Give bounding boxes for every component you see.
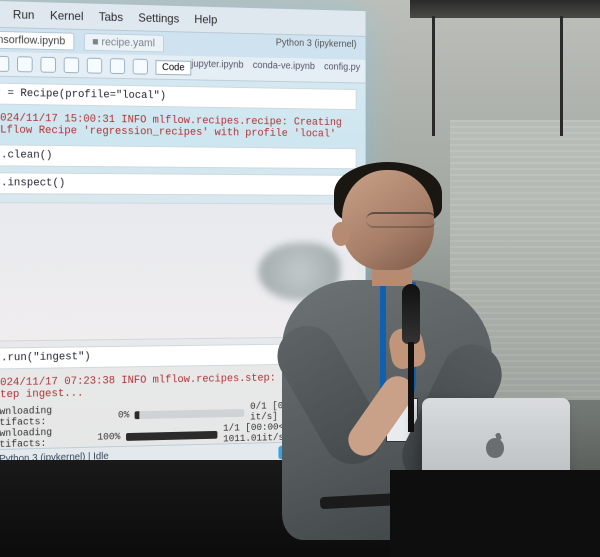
- code-cell[interactable]: r = Recipe(profile="local"): [0, 82, 357, 110]
- stop-icon[interactable]: [87, 58, 102, 74]
- file-tab-label: recipe.yaml: [101, 36, 155, 49]
- glasses-icon: [366, 212, 436, 228]
- menu-item[interactable]: Help: [194, 12, 217, 26]
- kernel-indicator: Python 3 (ipykernel): [276, 38, 357, 57]
- apple-logo-icon: [486, 438, 504, 458]
- fast-forward-icon[interactable]: [133, 59, 148, 75]
- menu-item[interactable]: Kernel: [50, 8, 83, 23]
- progress-bar: [126, 431, 218, 441]
- file-tab[interactable]: ■ tensorflow.ipynb: [0, 30, 74, 50]
- file-tab[interactable]: config.py: [324, 62, 360, 73]
- progress-pct: 100%: [97, 432, 120, 443]
- menu-item[interactable]: Run: [13, 7, 34, 21]
- cut-icon[interactable]: [17, 56, 33, 72]
- output-cell: [ ]: 2024/11/17 15:00:31 INFO mlflow.rec…: [0, 110, 357, 142]
- progress-pct: 0%: [118, 410, 129, 421]
- run-icon[interactable]: [64, 57, 79, 73]
- photo-scene: View Run Kernel Tabs Settings Help ■ ten…: [0, 0, 600, 557]
- add-cell-icon[interactable]: [0, 56, 9, 72]
- file-tab-label: tensorflow.ipynb: [0, 34, 65, 48]
- lectern: [390, 470, 600, 557]
- light-strut: [432, 16, 435, 136]
- microphone-icon: [402, 284, 420, 344]
- code-cell[interactable]: [ ]: r.clean(): [0, 144, 357, 169]
- menu-item[interactable]: Tabs: [99, 10, 123, 24]
- log-line: 2024/11/17 15:00:31 INFO mlflow.recipes.…: [0, 110, 357, 142]
- file-tab[interactable]: jupyter.ipynb: [191, 59, 243, 71]
- light-strut: [560, 16, 563, 136]
- restart-icon[interactable]: [110, 58, 125, 74]
- code-content[interactable]: r.clean(): [0, 144, 357, 169]
- file-tab[interactable]: conda-ve.ipynb: [253, 60, 315, 72]
- file-tab[interactable]: ■ recipe.yaml: [84, 33, 164, 52]
- code-content[interactable]: r = Recipe(profile="local"): [0, 82, 357, 110]
- progress-bar: [135, 409, 244, 419]
- cell-type-select[interactable]: Code: [155, 60, 191, 75]
- copy-icon[interactable]: [40, 57, 56, 73]
- ceiling-light-bar: [410, 0, 600, 18]
- ear: [332, 222, 350, 246]
- progress-label: Downloading artifacts:: [0, 405, 112, 429]
- menu-item[interactable]: Settings: [138, 11, 179, 26]
